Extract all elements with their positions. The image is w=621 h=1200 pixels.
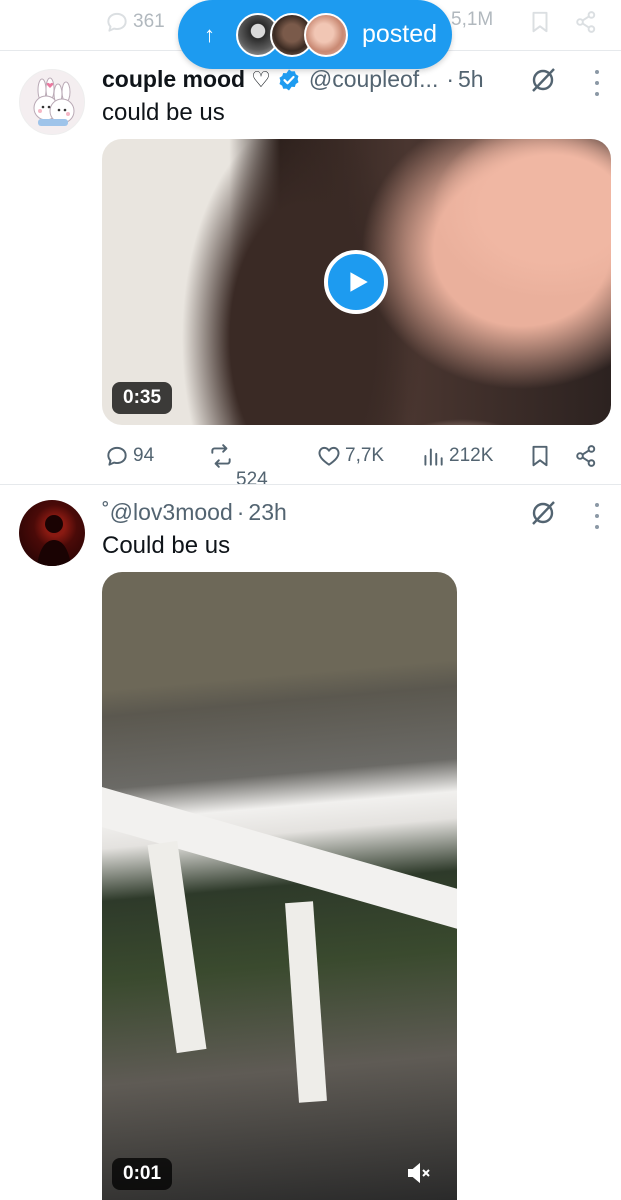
play-button[interactable] [324, 250, 388, 314]
like-button[interactable]: 7,7K [316, 443, 384, 469]
share-icon [576, 11, 596, 33]
separator-dot: · [446, 66, 455, 92]
share-button[interactable] [573, 9, 599, 35]
heart-icon [318, 446, 340, 466]
bookmark-icon [532, 11, 548, 33]
timestamp[interactable]: 5h [458, 66, 484, 93]
handle[interactable]: @coupleof... [309, 66, 438, 93]
more-options-icon[interactable] [592, 70, 602, 96]
heart-outline-icon: ♡ [251, 67, 271, 92]
bunny-couple-avatar-image [33, 77, 75, 126]
tweet-video[interactable]: 0:01 [102, 572, 457, 1200]
video-duration: 0:01 [112, 1158, 173, 1190]
grok-icon[interactable] [528, 498, 558, 528]
tweet-header: couple mood ♡ @coupleof... · 5h [102, 66, 484, 93]
handle[interactable]: @lov3mood [110, 499, 233, 526]
reply-icon [107, 446, 127, 466]
reply-count: 94 [133, 445, 155, 466]
reply-button[interactable]: 94 [104, 443, 154, 469]
grok-icon[interactable] [528, 65, 558, 95]
share-button[interactable] [573, 443, 599, 469]
repost-icon [211, 444, 231, 468]
views-button[interactable]: 5,1M [448, 9, 493, 31]
reply-count: 361 [133, 11, 165, 32]
tweet-header: ˚ @lov3mood · 23h [102, 499, 287, 526]
timestamp[interactable]: 23h [248, 499, 286, 526]
verified-badge-icon [277, 68, 301, 92]
views-count: 212K [449, 445, 494, 466]
views-button[interactable]: 212K [420, 443, 493, 469]
tweet-actions: 94 524 7,7K 212K [0, 436, 621, 484]
play-icon [350, 272, 368, 292]
tweet-text: Could be us [102, 532, 231, 559]
like-count: 7,7K [345, 445, 385, 466]
railing-post [147, 840, 207, 1054]
muted-speaker-icon[interactable] [404, 1158, 434, 1188]
repost-button[interactable] [208, 443, 234, 469]
video-duration: 0:35 [112, 382, 173, 414]
avatar [304, 12, 348, 57]
divider [0, 484, 621, 485]
repost-count: 524 [236, 470, 268, 484]
reply-icon [107, 12, 127, 32]
display-name[interactable]: couple mood [102, 66, 245, 93]
avatar[interactable] [19, 69, 85, 135]
repost-count-wrap: 524 [236, 470, 268, 484]
arrow-up-icon: ↑ [204, 21, 215, 47]
share-icon [576, 445, 596, 467]
more-options-icon[interactable] [592, 503, 602, 529]
silhouette-avatar-image [37, 515, 71, 566]
separator-dot: · [236, 499, 245, 525]
views-chart-icon [424, 448, 443, 466]
railing-post [285, 901, 327, 1103]
handle-prefix: ˚ [102, 499, 110, 525]
tweet-text: could be us [102, 99, 225, 126]
new-posts-pill[interactable]: ↑ posted [178, 0, 452, 69]
avatar[interactable] [19, 500, 85, 566]
views-count: 5,1M [451, 9, 494, 30]
reply-button[interactable]: 361 [104, 9, 165, 35]
new-posts-label: posted [362, 20, 438, 48]
bookmark-button[interactable] [527, 9, 553, 35]
bookmark-icon [532, 445, 548, 467]
bookmark-button[interactable] [527, 443, 553, 469]
pill-avatars [236, 12, 348, 57]
tweet-video[interactable]: 0:35 [102, 139, 611, 425]
